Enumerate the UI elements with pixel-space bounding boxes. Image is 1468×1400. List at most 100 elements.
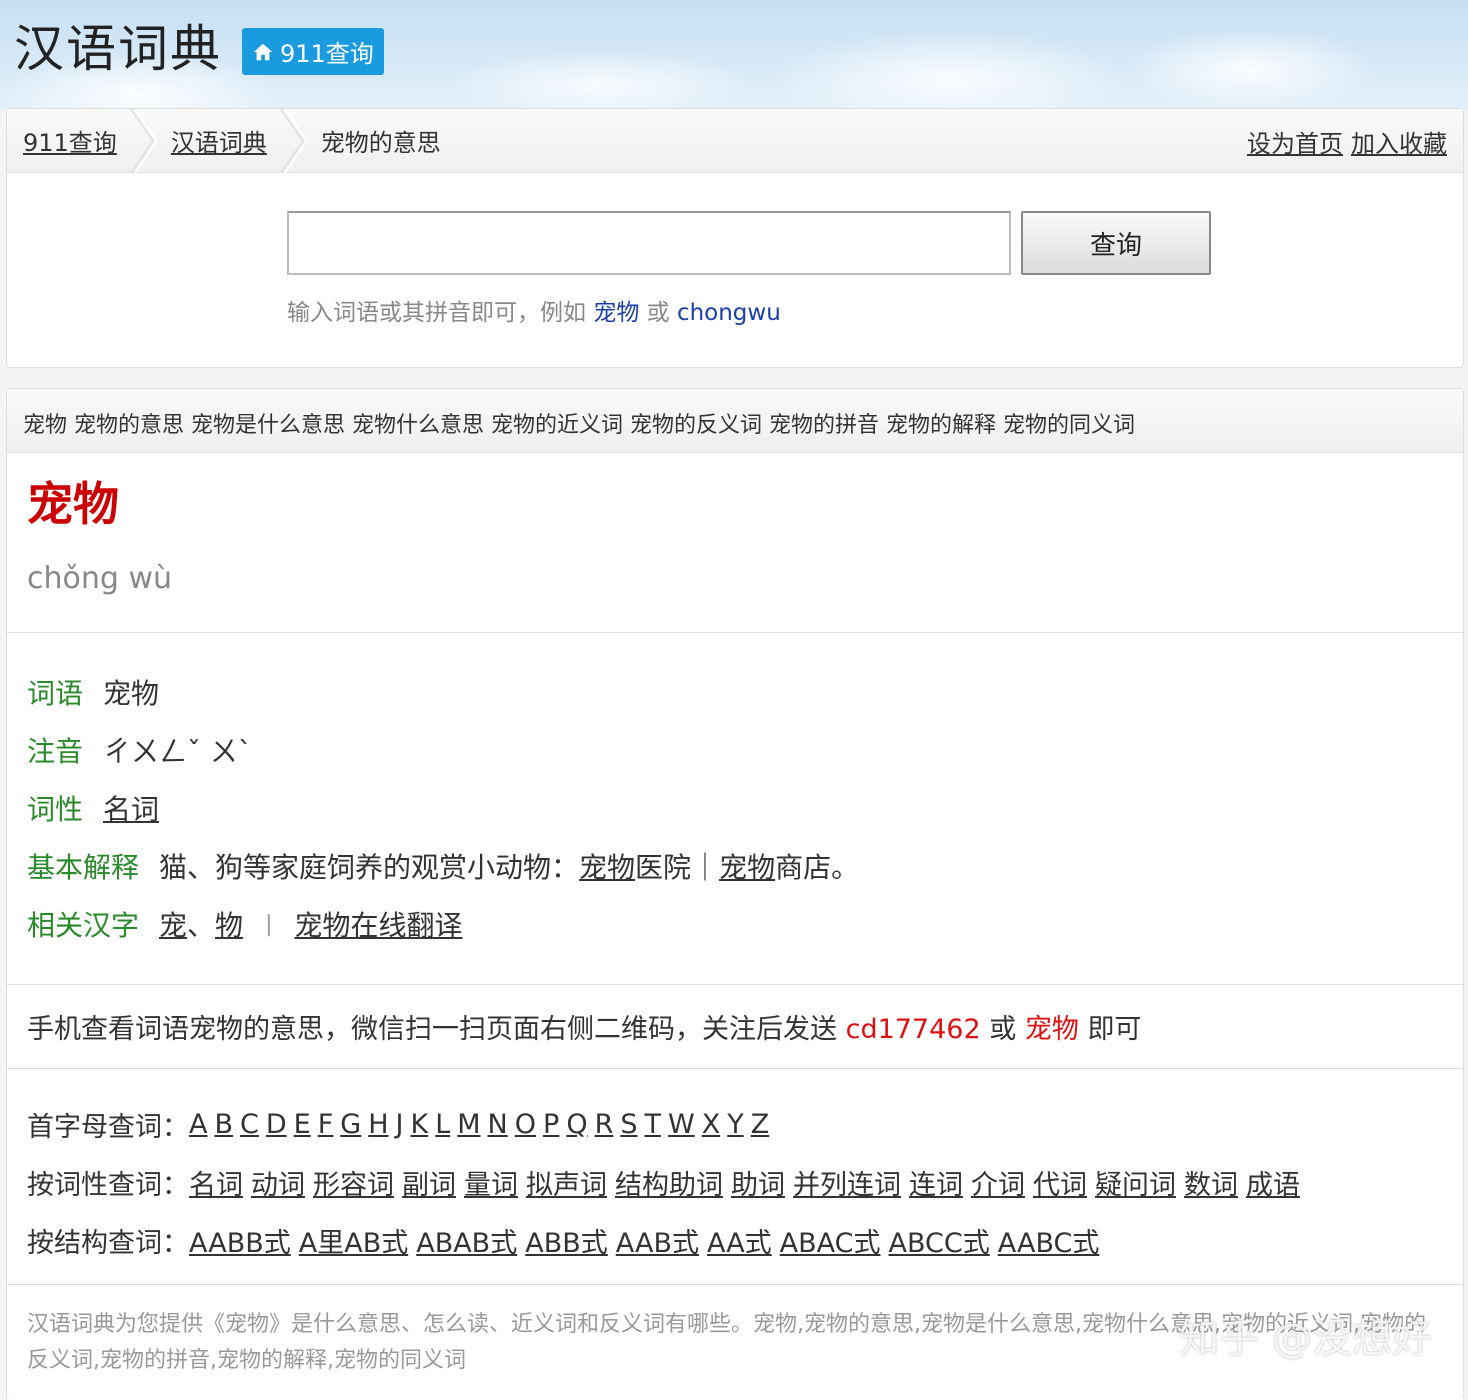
related-label: 相关汉字 <box>27 909 140 942</box>
cixing-link[interactable]: 名词 <box>103 788 159 828</box>
word-header: 宠物 chǒng wù <box>7 453 1463 633</box>
breadcrumb-item-home: 911查询 <box>7 108 171 173</box>
pos-lookup-link[interactable]: 动词 <box>251 1170 305 1201</box>
pos-lookup-link[interactable]: 疑问词 <box>1095 1170 1176 1201</box>
wechat-text: 手机查看词语宠物的意思，微信扫一扫页面右侧二维码，关注后发送 <box>27 1014 837 1045</box>
zhuyin-label: 注音 <box>27 735 84 768</box>
struct-lookup-link[interactable]: AABC式 <box>998 1228 1100 1259</box>
struct-lookup-label: 按结构查词： <box>27 1227 189 1259</box>
letter-lookup-link[interactable]: W <box>668 1109 695 1140</box>
wechat-word: 宠物 <box>1024 1014 1079 1045</box>
header: 汉语词典 911查询 <box>14 22 384 75</box>
basic-meaning-text: 猫、狗等家庭饲养的观赏小动物： <box>159 851 580 884</box>
pos-lookup-link[interactable]: 助词 <box>731 1170 785 1201</box>
breadcrumb: 911查询 汉语词典 宠物的意思 设为首页 加入收藏 <box>7 108 1463 173</box>
word-details: 词语 宠物 注音 ㄔㄨㄥˇ ㄨˋ 词性 名词 基本解释 猫、狗等家庭饲养的观赏小… <box>7 633 1463 985</box>
struct-lookup-links: AABB式 A里AB式 ABAB式 ABB式 AAB式 AA式 ABAC式 ABCC式 AABC… <box>189 1221 1107 1260</box>
struct-lookup-link[interactable]: ABB式 <box>525 1228 608 1259</box>
search-panel: 911查询 汉语词典 宠物的意思 设为首页 加入收藏 查询 输入词语或其拼音即可… <box>6 108 1464 368</box>
wechat-or: 或 <box>989 1014 1017 1045</box>
pos-lookup-link[interactable]: 成语 <box>1246 1170 1300 1201</box>
struct-lookup-link[interactable]: ABCC式 <box>889 1228 990 1259</box>
word-pinyin: chǒng wù <box>27 561 173 596</box>
letter-lookup-link[interactable]: O <box>515 1109 536 1140</box>
letter-lookup-link[interactable]: T <box>644 1109 661 1140</box>
site-title: 汉语词典 <box>14 19 222 78</box>
search-button[interactable]: 查询 <box>1021 211 1211 275</box>
home-link-badge[interactable]: 911查询 <box>242 28 384 75</box>
pos-lookup-link[interactable]: 并列连词 <box>793 1170 901 1201</box>
letter-lookup-link[interactable]: D <box>266 1109 287 1140</box>
search-input[interactable] <box>287 211 1011 275</box>
home-link-label: 911查询 <box>280 40 374 68</box>
letter-lookup-link[interactable]: L <box>435 1109 450 1140</box>
detail-row-ciyu: 词语 宠物 <box>27 663 1443 721</box>
letter-lookup-link[interactable]: Y <box>727 1109 744 1140</box>
pos-lookup-link[interactable]: 代词 <box>1033 1170 1087 1201</box>
word-title: 宠物 <box>27 477 119 531</box>
letter-lookup-link[interactable]: N <box>488 1109 508 1140</box>
related-char-link-2[interactable]: 物 <box>215 904 243 944</box>
set-home-link[interactable]: 设为首页 <box>1247 124 1343 159</box>
basic-meaning-link-1[interactable]: 宠物 <box>579 846 635 886</box>
letter-lookup-link[interactable]: G <box>340 1109 361 1140</box>
keyword-tagline: 宠物 宠物的意思 宠物是什么意思 宠物什么意思 宠物的近义词 宠物的反义词 宠物… <box>7 389 1463 453</box>
letter-lookup-link[interactable]: Z <box>751 1109 770 1140</box>
pos-lookup-link[interactable]: 介词 <box>971 1170 1025 1201</box>
letter-lookup-link[interactable]: X <box>702 1109 721 1140</box>
letter-lookup-link[interactable]: S <box>620 1109 637 1140</box>
detail-row-related: 相关汉字 宠 、 物 | 宠物在线翻译 <box>27 895 1443 953</box>
struct-lookup-link[interactable]: AA式 <box>707 1228 772 1259</box>
related-char-link-1[interactable]: 宠 <box>159 904 187 944</box>
breadcrumb-item-dict: 汉语词典 <box>171 108 321 173</box>
related-separator: 、 <box>187 909 216 942</box>
letter-lookup-link[interactable]: A <box>189 1109 207 1140</box>
basic-meaning-label: 基本解释 <box>27 851 140 884</box>
result-panel: 宠物 宠物的意思 宠物是什么意思 宠物什么意思 宠物的近义词 宠物的反义词 宠物… <box>6 388 1464 1400</box>
pos-lookup-link[interactable]: 连词 <box>909 1170 963 1201</box>
struct-lookup-link[interactable]: AABB式 <box>189 1228 291 1259</box>
letter-lookup-link[interactable]: R <box>595 1109 614 1140</box>
hint-or: 或 <box>646 300 670 326</box>
related-pipe: | <box>265 911 273 937</box>
pos-lookup-link[interactable]: 拟声词 <box>526 1170 607 1201</box>
letter-lookup-link[interactable]: F <box>318 1109 334 1140</box>
hint-example-word[interactable]: 宠物 <box>593 300 639 326</box>
detail-row-zhuyin: 注音 ㄔㄨㄥˇ ㄨˋ <box>27 721 1443 779</box>
struct-lookup-link[interactable]: ABAC式 <box>780 1228 881 1259</box>
add-favorite-link[interactable]: 加入收藏 <box>1351 124 1447 159</box>
letter-lookup-link[interactable]: Q <box>566 1109 587 1140</box>
struct-lookup-link[interactable]: AAB式 <box>616 1228 699 1259</box>
hint-prefix: 输入词语或其拼音即可，例如 <box>287 300 586 326</box>
basic-meaning-link-2[interactable]: 宠物 <box>719 846 775 886</box>
wechat-suffix: 即可 <box>1087 1014 1142 1045</box>
letter-lookup-link[interactable]: E <box>294 1109 311 1140</box>
pos-lookup-link[interactable]: 形容词 <box>313 1170 394 1201</box>
translate-link[interactable]: 宠物在线翻译 <box>294 904 462 944</box>
struct-lookup-link[interactable]: A里AB式 <box>299 1228 408 1259</box>
letter-lookup-link[interactable]: J <box>396 1109 404 1140</box>
pos-lookup-link[interactable]: 数词 <box>1184 1170 1238 1201</box>
pos-lookup-link[interactable]: 名词 <box>189 1170 243 1201</box>
pos-lookup-link[interactable]: 副词 <box>402 1170 456 1201</box>
wechat-code: cd177462 <box>845 1014 981 1045</box>
basic-meaning-text-3: 商店。 <box>775 851 860 884</box>
letter-lookup-link[interactable]: K <box>410 1109 428 1140</box>
ciyu-value: 宠物 <box>103 677 160 710</box>
letter-lookup-link[interactable]: P <box>543 1109 559 1140</box>
breadcrumb-current: 宠物的意思 <box>320 129 441 157</box>
letter-lookup-link[interactable]: M <box>457 1109 480 1140</box>
pos-lookup-link[interactable]: 结构助词 <box>615 1170 723 1201</box>
lookup-section: 首字母查词： ABCDEFGHJKLMNOPQRSTWXYZ 按词性查词： 名词… <box>7 1069 1463 1285</box>
breadcrumb-link-dict[interactable]: 汉语词典 <box>171 123 267 158</box>
letter-lookup-row: 首字母查词： ABCDEFGHJKLMNOPQRSTWXYZ <box>27 1095 1443 1153</box>
struct-lookup-link[interactable]: ABAB式 <box>416 1228 517 1259</box>
letter-lookup-link[interactable]: C <box>240 1109 259 1140</box>
breadcrumb-link-911[interactable]: 911查询 <box>23 123 117 158</box>
pos-lookup-link[interactable]: 量词 <box>464 1170 518 1201</box>
letter-lookup-link[interactable]: B <box>214 1109 233 1140</box>
struct-lookup-row: 按结构查词： AABB式 A里AB式 ABAB式 ABB式 AAB式 AA式 ABAC式 AB… <box>27 1211 1443 1269</box>
letter-lookup-link[interactable]: H <box>368 1109 388 1140</box>
search-row: 查询 <box>287 211 1211 275</box>
hint-example-pinyin[interactable]: chongwu <box>677 300 781 326</box>
